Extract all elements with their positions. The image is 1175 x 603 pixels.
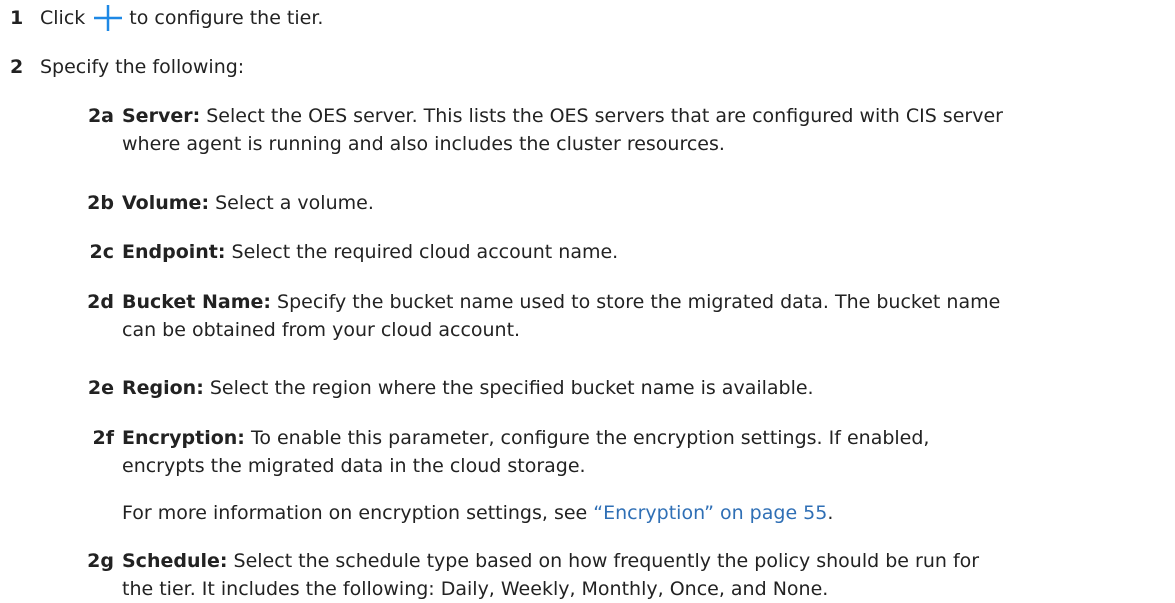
substep-term: Bucket Name: — [122, 291, 271, 313]
step-text-pre: Click — [40, 7, 86, 29]
substep-number: 2e — [87, 377, 114, 399]
substep-volume: 2b Volume: Select a volume. — [48, 189, 1168, 217]
substep-term: Endpoint: — [122, 241, 226, 263]
substep-body: Bucket Name: Specify the bucket name use… — [122, 288, 1168, 344]
substep-body: Encryption: To enable this parameter, co… — [122, 424, 1168, 480]
substep-number: 2b — [87, 192, 114, 214]
substep-text: To enable this parameter, configure the … — [250, 427, 930, 449]
substep-line: where agent is running and also includes… — [122, 133, 725, 155]
substep-body: Volume: Select a volume. — [122, 189, 1168, 217]
substep-line: Region: Select the region where the spec… — [122, 374, 1168, 402]
substep-line: Volume: Select a volume. — [122, 189, 1168, 217]
substep-number: 2f — [92, 427, 115, 449]
substep-number: 2c — [89, 241, 114, 263]
substep-endpoint: 2c Endpoint: Select the required cloud a… — [48, 238, 1168, 266]
substep-text: Specify the bucket name used to store th… — [277, 291, 1001, 313]
substep-body: Schedule: Select the schedule type based… — [122, 547, 1168, 603]
substep-line: the tier. It includes the following: Dai… — [122, 578, 829, 600]
substep-line: Server: Select the OES server. This list… — [122, 102, 1168, 130]
substep-line: Schedule: Select the schedule type based… — [122, 547, 1168, 575]
substep-term: Volume: — [122, 192, 210, 214]
substep-line: Endpoint: Select the required cloud acco… — [122, 238, 1168, 266]
substep-number: 2d — [87, 291, 114, 313]
note-text: For more information on encryption setti… — [122, 502, 594, 524]
substep-term: Server: — [122, 105, 201, 127]
substep-body: Region: Select the region where the spec… — [122, 374, 1168, 402]
step-text-post: to configure the tier. — [129, 7, 324, 29]
substep-body: Endpoint: Select the required cloud acco… — [122, 238, 1168, 266]
substep-text: Select the region where the specified bu… — [209, 377, 814, 399]
plus-icon — [91, 3, 125, 33]
substep-text: Select the schedule type based on how fr… — [233, 550, 980, 572]
substep-term: Schedule: — [122, 550, 228, 572]
substep-line: can be obtained from your cloud account. — [122, 319, 521, 341]
step-number: 1 — [10, 7, 24, 29]
substep-bucket-name: 2d Bucket Name: Specify the bucket name … — [48, 288, 1168, 344]
substep-line: encrypts the migrated data in the cloud … — [122, 455, 586, 477]
encryption-cross-reference-link[interactable]: “Encryption” on page 55 — [593, 502, 827, 524]
substep-line: Encryption: To enable this parameter, co… — [122, 424, 1168, 452]
substep-encryption: 2f Encryption: To enable this parameter,… — [48, 424, 1168, 480]
substep-line: Bucket Name: Specify the bucket name use… — [122, 288, 1168, 316]
substep-number: 2g — [87, 550, 114, 572]
step-text: Specify the following: — [40, 56, 245, 78]
substep-server: 2a Server: Select the OES server. This l… — [48, 102, 1168, 158]
step-2: 2 Specify the following: — [0, 53, 244, 81]
note-end: . — [827, 502, 834, 524]
substep-text: Select the OES server. This lists the OE… — [206, 105, 1003, 127]
substep-body: Server: Select the OES server. This list… — [122, 102, 1168, 158]
substep-text: Select the required cloud account name. — [231, 241, 619, 263]
substep-term: Encryption: — [122, 427, 245, 449]
substep-text: Select a volume. — [215, 192, 374, 214]
substep-schedule: 2g Schedule: Select the schedule type ba… — [48, 547, 1168, 603]
step-number: 2 — [10, 56, 24, 78]
substep-region: 2e Region: Select the region where the s… — [48, 374, 1168, 402]
substep-number: 2a — [87, 105, 114, 127]
step-1: 1 Click to configure the tier. — [0, 3, 323, 33]
substep-term: Region: — [122, 377, 204, 399]
encryption-note: For more information on encryption setti… — [122, 499, 833, 527]
step-text: Click to configure the tier. — [40, 3, 323, 33]
